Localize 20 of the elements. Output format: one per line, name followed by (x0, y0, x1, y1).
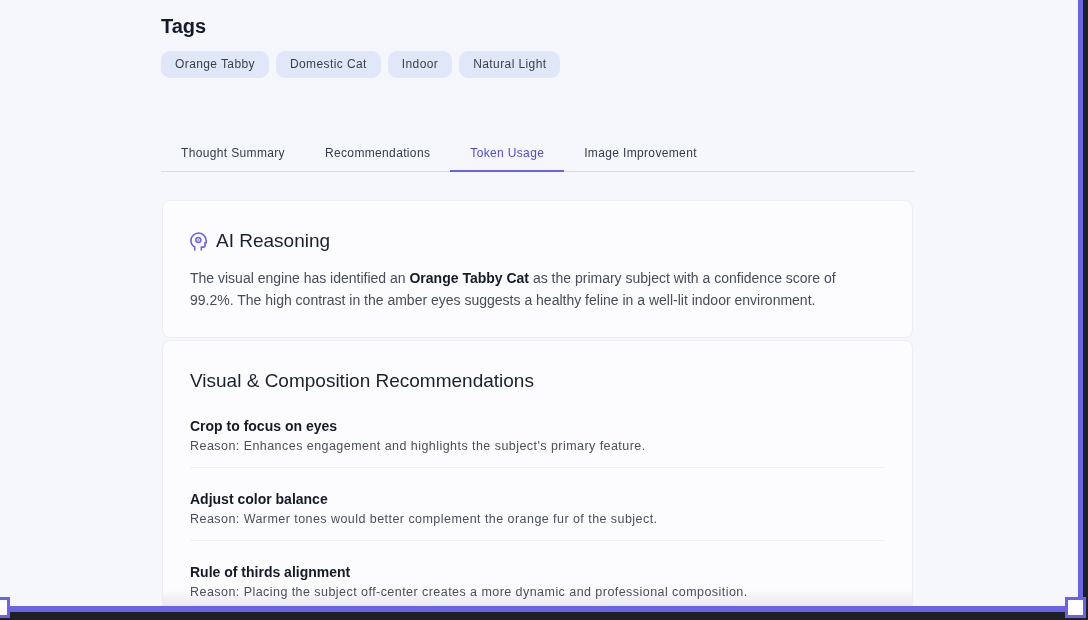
card-title: AI Reasoning (216, 229, 331, 253)
recommendation-title: Adjust color balance (190, 490, 329, 508)
tab[interactable]: Thought Summary (161, 135, 305, 172)
section-heading: Tags (161, 14, 208, 38)
tag-chip: Domestic Cat (275, 51, 381, 78)
tag-chip: Orange Tabby (161, 51, 269, 78)
head-gear-icon (190, 231, 207, 251)
recommendation-title: Crop to focus on eyes (190, 417, 339, 435)
tab[interactable]: Token Usage (450, 135, 565, 172)
tab[interactable]: Image Improvement (564, 135, 717, 172)
tag-chip: Natural Light (459, 51, 561, 78)
recommendation-title: Rule of thirds alignment (190, 563, 352, 581)
tag-chip: Indoor (387, 51, 453, 78)
recommendation-reason: Reason: Enhances engagement and highlights the subject's primary feature. (190, 438, 647, 455)
reasoning-paragraph: The visual engine has identified an Orange Tabby Cat as the primary subject with a confidence score of 99.2%. The high contrast in the amber eyes suggests a healthy feline in a well-lit indoor environment. (190, 269, 837, 310)
card-title: Visual & Composition Recommendations (190, 369, 535, 393)
recommendation-reason: Reason: Placing the subject off-center creates a more dynamic and professional composition. (190, 584, 749, 601)
tab[interactable]: Recommendations (304, 135, 451, 172)
recommendation-reason: Reason: Warmer tones would better complement the orange fur of the subject. (190, 511, 659, 528)
resize-handle[interactable] (1065, 597, 1086, 618)
